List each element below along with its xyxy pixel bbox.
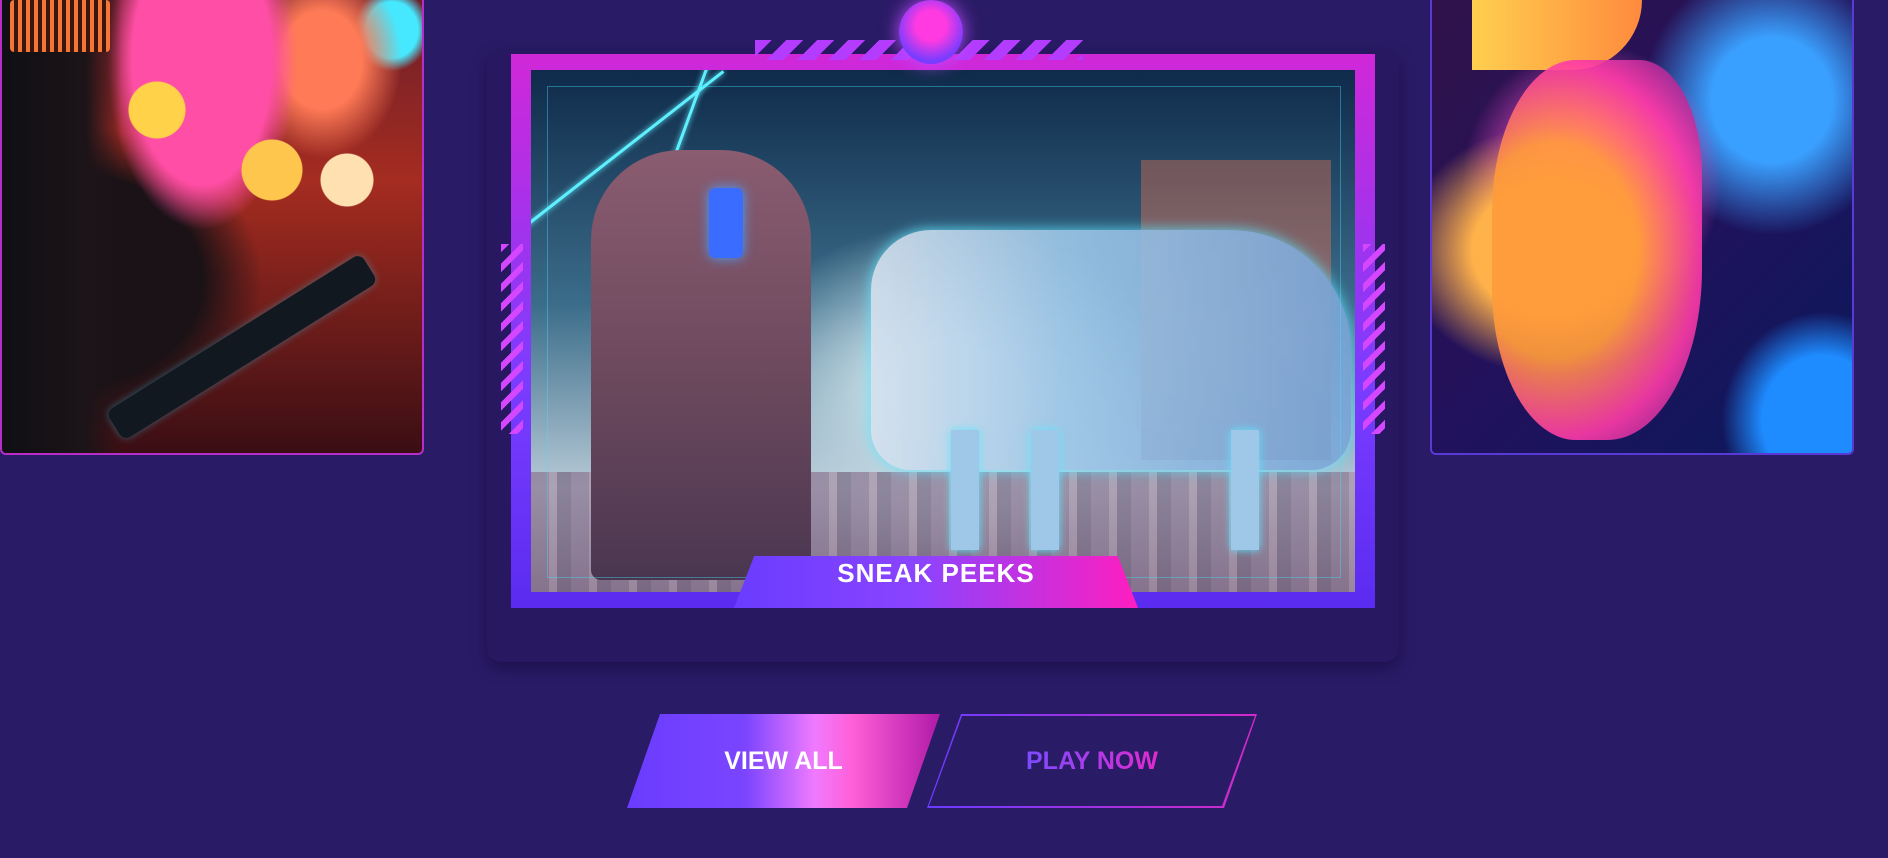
cyberpunk-soldier-image (2, 0, 122, 453)
play-now-label: PLAY NOW (1026, 746, 1158, 775)
sneak-peek-artwork (531, 70, 1355, 592)
play-now-button[interactable]: PLAY NOW (927, 714, 1257, 808)
slide-title: SNEAK PEEKS (837, 558, 1035, 588)
view-all-button[interactable]: VIEW ALL (627, 714, 940, 808)
neon-helmet-detail (10, 0, 110, 52)
slide-frame (501, 54, 1385, 608)
carousel-active-slide[interactable]: SNEAK PEEKS (487, 0, 1399, 662)
slide-title-tab: SNEAK PEEKS (734, 556, 1138, 608)
rifle-detail (105, 253, 379, 441)
view-all-label: VIEW ALL (724, 746, 843, 775)
carousel-prev-slide[interactable] (0, 0, 424, 455)
orb-icon (899, 0, 963, 64)
carousel-next-slide[interactable] (1430, 0, 1854, 455)
neon-portrait-image (1492, 60, 1702, 440)
left-stripe-decoration (501, 244, 523, 434)
right-stripe-decoration (1363, 244, 1385, 434)
hud-overlay (547, 86, 1341, 578)
